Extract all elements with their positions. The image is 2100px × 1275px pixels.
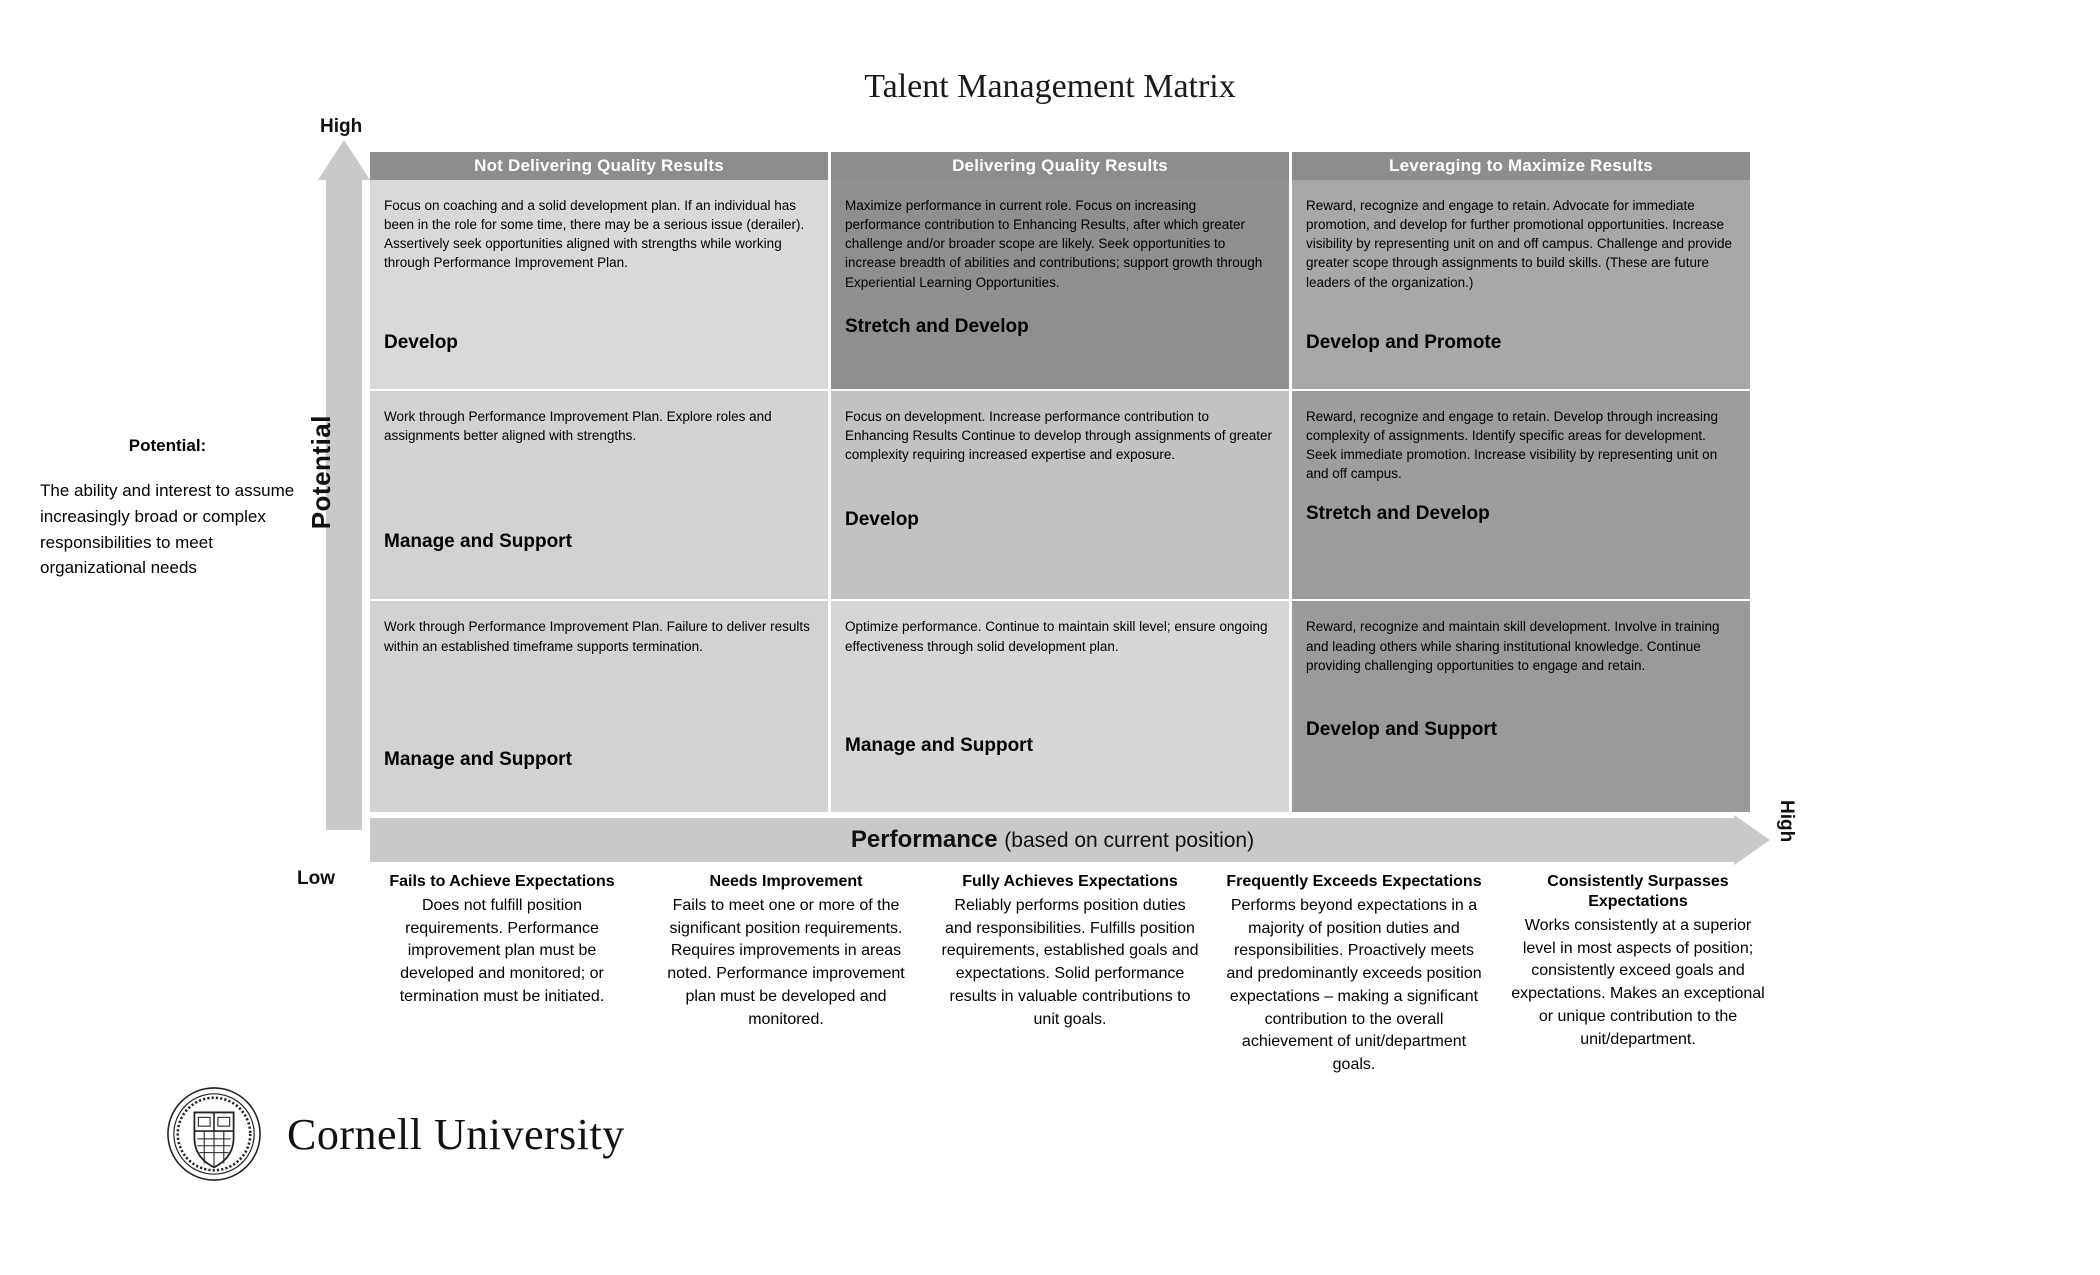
cell-action: Develop and Promote [1306,332,1502,353]
rating-frequently-exceeds: Frequently Exceeds Expectations Performs… [1212,872,1496,1077]
performance-axis-title-sub: (based on current position) [1004,829,1255,852]
matrix-body: Focus on coaching and a solid developmen… [370,180,1750,813]
rating-needs-improvement: Needs Improvement Fails to meet one or m… [644,872,928,1077]
performance-high-label: High [1776,800,1797,843]
potential-high-label: High [320,116,363,137]
performance-axis-title: Performance (based on current position) [370,818,1735,862]
talent-matrix-page: Talent Management Matrix High Low High P… [0,0,2100,1275]
cell-description: Optimize performance. Continue to mainta… [845,619,1268,654]
cornell-footer: Cornell University [165,1085,625,1183]
cornell-seal-icon [167,1087,261,1181]
cell-low-not-delivering: Work through Performance Improvement Pla… [370,601,831,813]
rating-title: Fully Achieves Expectations [962,873,1178,890]
cell-action: Stretch and Develop [845,316,1029,337]
cell-action: Develop [845,508,919,530]
potential-definition-body: The ability and interest to assume incre… [40,481,295,578]
performance-axis-arrow: Performance (based on current position) [370,815,1770,865]
potential-low-label: Low [297,868,335,889]
cell-description: Focus on development. Increase performan… [845,408,1273,462]
rating-title: Needs Improvement [709,873,863,890]
matrix-column-headers: Not Delivering Quality Results Deliverin… [370,152,1750,180]
cornell-wordmark: Cornell University [287,1109,625,1159]
arrow-up-icon [318,140,370,180]
matrix-row-low-potential: Work through Performance Improvement Pla… [370,601,1750,813]
cell-action: Manage and Support [384,530,572,552]
cell-high-not-delivering: Focus on coaching and a solid developmen… [370,180,831,391]
column-header-delivering: Delivering Quality Results [831,152,1292,180]
rating-description: Does not fulfill position requirements. … [399,897,605,1005]
cell-description: Maximize performance in current role. Fo… [845,198,1263,290]
rating-description: Reliably performs position duties and re… [941,897,1199,1028]
rating-consistently-surpasses: Consistently Surpasses Expectations Work… [1496,872,1780,1077]
matrix-row-high-potential: Focus on coaching and a solid developmen… [370,180,1750,391]
cell-action: Stretch and Develop [1306,502,1490,524]
rating-description: Works consistently at a superior level i… [1511,917,1765,1048]
cell-low-delivering: Optimize performance. Continue to mainta… [831,601,1292,813]
cell-action: Manage and Support [384,749,572,771]
potential-definition-heading: Potential: [128,436,207,455]
cell-medium-delivering: Focus on development. Increase performan… [831,390,1292,602]
performance-rating-scale: Fails to Achieve Expectations Does not f… [360,872,1780,1077]
cell-description: Reward, recognize and engage to retain. … [1306,198,1733,290]
cell-description: Work through Performance Improvement Pla… [384,408,772,443]
rating-title: Consistently Surpasses Expectations [1547,873,1729,910]
cell-action: Manage and Support [845,735,1033,757]
cell-description: Reward, recognize and maintain skill dev… [1306,619,1720,673]
arrow-right-icon [1734,815,1770,865]
rating-title: Fails to Achieve Expectations [389,873,615,890]
rating-description: Performs beyond expectations in a majori… [1226,897,1482,1074]
rating-description: Fails to meet one or more of the signifi… [667,897,905,1028]
performance-axis-title-bold: Performance [850,826,998,853]
potential-definition: Potential: The ability and interest to a… [40,436,295,581]
matrix-row-medium-potential: Work through Performance Improvement Pla… [370,390,1750,602]
page-title: Talent Management Matrix [864,68,1236,105]
cell-description: Focus on coaching and a solid developmen… [384,198,805,271]
cell-medium-leveraging: Reward, recognize and engage to retain. … [1292,390,1750,602]
cell-high-leveraging: Reward, recognize and engage to retain. … [1292,180,1750,391]
cell-action: Develop [384,332,458,353]
cell-description: Work through Performance Improvement Pla… [384,619,810,654]
cell-description: Reward, recognize and engage to retain. … [1306,408,1719,482]
rating-title: Frequently Exceeds Expectations [1226,873,1482,890]
column-header-leveraging: Leveraging to Maximize Results [1292,152,1750,180]
column-header-not-delivering: Not Delivering Quality Results [370,152,831,180]
cell-medium-not-delivering: Work through Performance Improvement Pla… [370,390,831,602]
rating-fails-to-achieve: Fails to Achieve Expectations Does not f… [360,872,644,1077]
potential-axis-title: Potential [306,415,336,530]
cell-action: Develop and Support [1306,719,1498,741]
matrix-grid: Not Delivering Quality Results Deliverin… [370,152,1750,813]
cell-low-leveraging: Reward, recognize and maintain skill dev… [1292,601,1750,813]
cell-high-delivering: Maximize performance in current role. Fo… [831,180,1292,391]
rating-fully-achieves: Fully Achieves Expectations Reliably per… [928,872,1212,1077]
